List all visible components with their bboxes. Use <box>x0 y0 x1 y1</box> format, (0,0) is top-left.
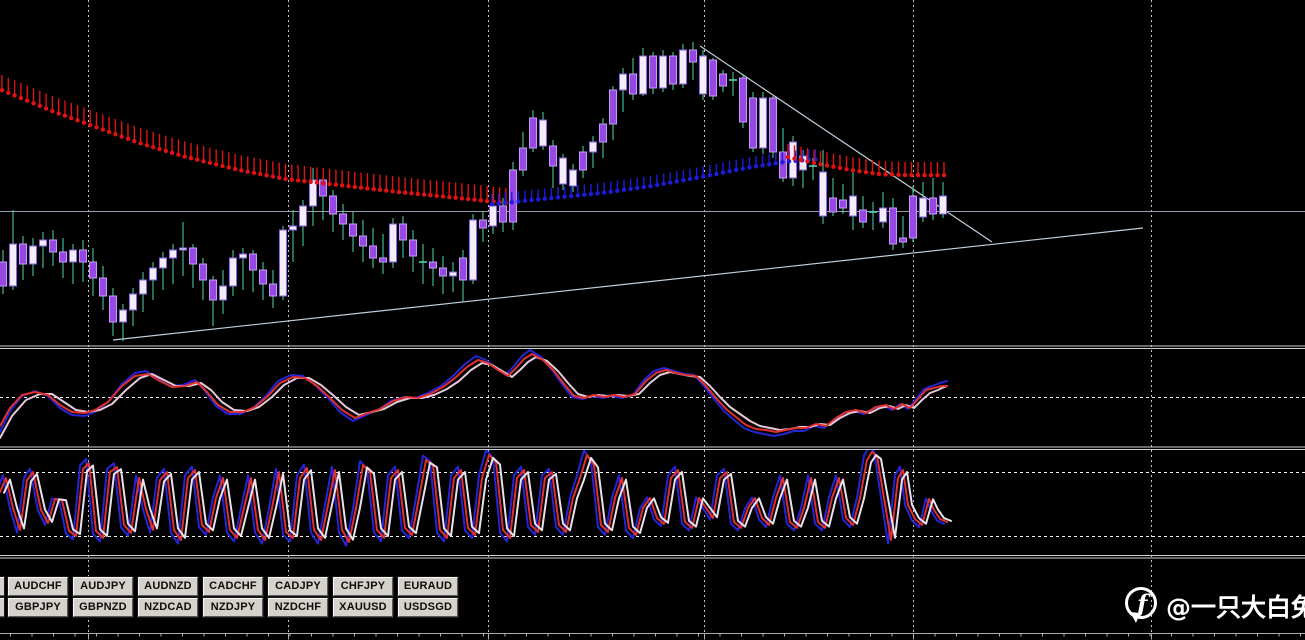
symbol-button-nzdjpy[interactable]: NZDJPY <box>203 598 263 617</box>
indicator-panel-2 <box>0 450 1305 547</box>
symbol-button-audchf[interactable]: AUDCHF <box>8 577 68 596</box>
symbol-button-nzdchf[interactable]: NZDCHF <box>268 598 328 617</box>
symbol-button-audjpy[interactable]: AUDJPY <box>73 577 133 596</box>
indicator-panel-1 <box>0 349 1305 439</box>
symbol-button-gbpnzd[interactable]: GBPNZD <box>73 598 133 617</box>
symbol-button-cadjpy[interactable]: CADJPY <box>268 577 328 596</box>
chart-canvas[interactable] <box>0 0 1305 640</box>
sell-arrow-series <box>0 75 509 206</box>
symbol-button-nzdcad[interactable]: NZDCAD <box>138 598 198 617</box>
mt4-chart-window: AUDCHF AUDJPY AUDNZD CADCHF CADJPY CHFJP… <box>0 0 1305 640</box>
symbol-button-euraud[interactable]: EURAUD <box>398 577 458 596</box>
grid-lines <box>88 0 1152 633</box>
symbol-button-cadchf[interactable]: CADCHF <box>203 577 263 596</box>
f-bubble-logo-icon: f <box>1125 587 1157 623</box>
price-panel <box>0 42 1305 341</box>
symbol-button-chfjpy[interactable]: CHFJPY <box>333 577 393 596</box>
watermark: f @一只大白兔 <box>1122 585 1305 627</box>
symbol-button-gbpjpy[interactable]: GBPJPY <box>8 598 68 617</box>
time-axis <box>0 632 1305 640</box>
candlestick-series <box>0 42 947 341</box>
symbol-button-usdsgd[interactable]: USDSGD <box>398 598 458 617</box>
panel-separators <box>0 345 1305 559</box>
symbol-button-audnzd[interactable]: AUDNZD <box>138 577 198 596</box>
symbol-button-partial[interactable] <box>0 598 4 617</box>
trendlines <box>112 45 1144 341</box>
symbol-button-xauusd[interactable]: XAUUSD <box>333 598 393 617</box>
symbol-button-partial[interactable] <box>0 577 4 596</box>
watermark-handle: @一只大白兔 <box>1166 593 1305 622</box>
buy-arrow-series <box>489 149 818 207</box>
